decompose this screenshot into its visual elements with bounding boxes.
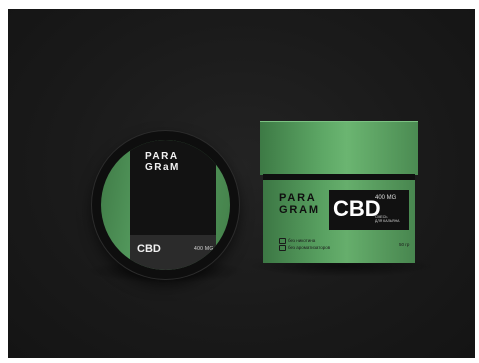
product-scene: PARA GRaM CBD 400 MG PARA GRAM CBD 400 M… bbox=[8, 9, 475, 358]
jar-brand-logo: PARA GRAM bbox=[279, 192, 320, 216]
jar-subtitle-line2: ДЛЯ КАЛЬЯНА bbox=[375, 219, 400, 223]
leaf-icon bbox=[279, 238, 286, 244]
jar-weight: 50 гр bbox=[399, 242, 410, 247]
jar-logo-line2: GRAM bbox=[279, 204, 320, 216]
jar-subtitle: СМЕСЬ ДЛЯ КАЛЬЯНА bbox=[375, 215, 399, 223]
lid-product-name: CBD bbox=[137, 243, 161, 255]
jar-body: PARA GRAM CBD 400 MG СМЕСЬ ДЛЯ КАЛЬЯНА б… bbox=[263, 180, 415, 263]
lid-logo-line2: GRaM bbox=[145, 162, 180, 173]
lid-brand-logo: PARA GRaM bbox=[145, 151, 180, 173]
lid-label: PARA GRaM CBD 400 MG bbox=[101, 140, 230, 270]
jar-feature-2-text: без ароматизаторов bbox=[288, 245, 331, 251]
drop-icon bbox=[279, 245, 286, 251]
jar-product-name: CBD bbox=[333, 196, 381, 221]
lid-logo-line1: PARA bbox=[145, 151, 179, 162]
jar-logo-line1: PARA bbox=[279, 192, 317, 204]
jar-feature-1-text: без никотина bbox=[288, 238, 316, 244]
lid-dose: 400 MG bbox=[194, 246, 214, 252]
jar-dose: 400 MG bbox=[375, 195, 397, 201]
jar-cap bbox=[260, 121, 418, 175]
jar-feature-2: без ароматизаторов bbox=[279, 245, 330, 251]
jar-product-label: CBD 400 MG СМЕСЬ ДЛЯ КАЛЬЯНА bbox=[329, 190, 409, 230]
jar-feature-1: без никотина bbox=[279, 238, 315, 244]
jar-lid-top-view: PARA GRaM CBD 400 MG bbox=[92, 131, 239, 279]
